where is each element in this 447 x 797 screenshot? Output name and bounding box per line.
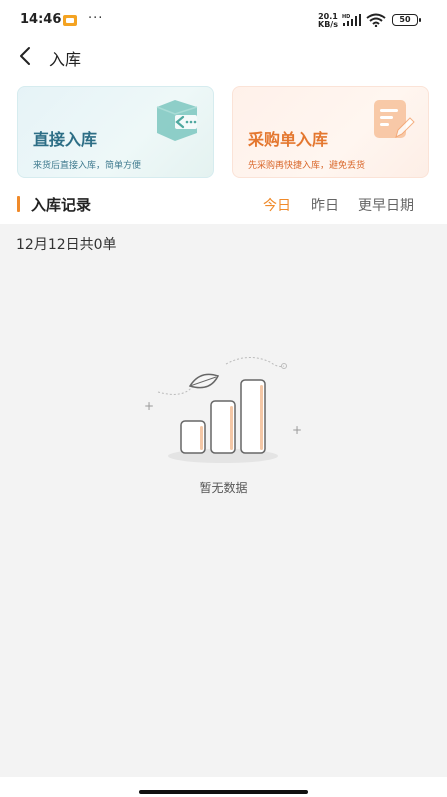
purchase-order-edit-icon bbox=[374, 100, 415, 138]
status-time: 14:46 bbox=[20, 12, 62, 27]
tab-earlier-dates[interactable]: 更早日期 bbox=[358, 195, 414, 215]
direct-inbound-card[interactable]: 直接入库 来货后直接入库，简单方便 bbox=[17, 86, 214, 178]
status-bar: 14:46 ··· 20.1 KB/s HD 50 bbox=[0, 0, 447, 40]
purchase-order-inbound-title: 采购单入库 bbox=[248, 130, 329, 149]
battery-icon: 50 bbox=[392, 14, 421, 26]
signal-hd-label: HD bbox=[342, 14, 350, 20]
inbound-records-title: 入库记录 bbox=[31, 196, 92, 214]
chevron-left-icon[interactable] bbox=[14, 44, 38, 68]
empty-bar-chart-leaf-icon: + + bbox=[144, 357, 302, 463]
direct-inbound-subtitle: 来货后直接入库，简单方便 bbox=[33, 161, 142, 171]
tab-today[interactable]: 今日 bbox=[263, 195, 291, 215]
nav-bar: 入库 bbox=[0, 40, 447, 74]
record-summary: 12月12日共0单 bbox=[16, 237, 117, 253]
inbound-records-header: 入库记录 今日 昨日 更早日期 bbox=[0, 190, 447, 222]
svg-text:+: + bbox=[292, 423, 302, 437]
inbound-records-list[interactable]: 12月12日共0单 + + 暂无数据 bbox=[0, 224, 447, 777]
wifi-icon bbox=[366, 13, 386, 27]
purchase-order-inbound-card[interactable]: 采购单入库 先采购再快捷入库，避免丢货 bbox=[232, 86, 429, 178]
more-notifications-indicator: ··· bbox=[88, 11, 104, 26]
gallery-notification-icon bbox=[63, 15, 77, 26]
signal-icon: HD bbox=[342, 14, 361, 26]
page-title: 入库 bbox=[49, 50, 82, 69]
inbound-box-arrow-icon bbox=[156, 100, 198, 141]
network-speed: 20.1 KB/s bbox=[318, 13, 338, 29]
network-speed-unit: KB/s bbox=[318, 20, 338, 29]
home-indicator[interactable] bbox=[139, 790, 308, 794]
empty-state-text: 暂无数据 bbox=[199, 481, 248, 495]
svg-text:+: + bbox=[144, 399, 154, 413]
tab-yesterday[interactable]: 昨日 bbox=[311, 195, 339, 215]
gesture-bar bbox=[0, 777, 447, 797]
direct-inbound-title: 直接入库 bbox=[33, 130, 98, 149]
section-accent-bar bbox=[17, 196, 20, 212]
purchase-order-inbound-subtitle: 先采购再快捷入库，避免丢货 bbox=[248, 161, 366, 171]
